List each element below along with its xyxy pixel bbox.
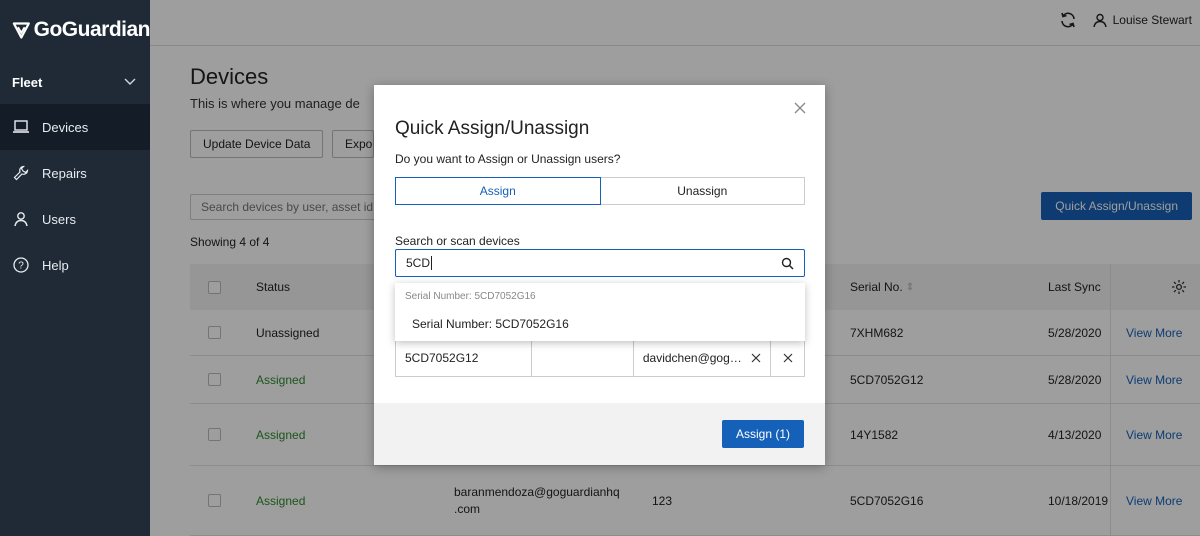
clear-user-icon[interactable]	[751, 353, 761, 363]
selected-user-chip[interactable]: davidchen@gog…	[634, 340, 772, 376]
laptop-icon	[12, 118, 30, 136]
unassign-tab[interactable]: Unassign	[600, 177, 805, 205]
search-icon[interactable]	[781, 257, 794, 270]
assign-submit-button[interactable]: Assign (1)	[721, 420, 804, 448]
brand-logo[interactable]: GoGuardian	[0, 0, 151, 60]
device-search-field[interactable]: 5CD	[395, 249, 805, 277]
dialog-footer: Assign (1)	[374, 403, 825, 465]
brand-name: GoGuardian	[33, 18, 151, 41]
sidebar-item-label: Repairs	[42, 165, 87, 181]
close-icon[interactable]	[793, 101, 807, 115]
chevron-down-icon	[124, 78, 136, 85]
text-caret	[431, 256, 433, 270]
search-label: Search or scan devices	[395, 234, 520, 248]
dialog-question: Do you want to Assign or Unassign users?	[395, 152, 621, 166]
sidebar-item-help[interactable]: ? Help	[0, 242, 150, 288]
selected-user: davidchen@gog…	[642, 351, 742, 365]
svg-text:?: ?	[18, 261, 24, 272]
sidebar-item-repairs[interactable]: Repairs	[0, 150, 150, 196]
suggestion-item[interactable]: Serial Number: 5CD7052G16	[412, 317, 569, 331]
user-icon	[12, 210, 30, 228]
selected-device-row: 5CD7052G12 davidchen@gog…	[395, 339, 805, 377]
search-suggestions: Serial Number: 5CD7052G16 Serial Number:…	[395, 283, 805, 341]
wrench-icon	[12, 164, 30, 182]
sidebar-item-devices[interactable]: Devices	[0, 104, 150, 150]
quick-assign-dialog: Quick Assign/Unassign Do you want to Ass…	[374, 85, 825, 465]
sidebar-item-users[interactable]: Users	[0, 196, 150, 242]
fleet-label: Fleet	[12, 74, 43, 90]
sidebar: GoGuardian Fleet Devices Repairs Users ?…	[0, 0, 151, 536]
sidebar-item-label: Devices	[42, 119, 89, 135]
suggestion-hint: Serial Number: 5CD7052G16	[405, 291, 536, 302]
assign-tab[interactable]: Assign	[395, 177, 601, 205]
remove-row-icon[interactable]	[771, 340, 804, 376]
shield-logo-icon	[12, 22, 30, 39]
search-value: 5CD	[406, 256, 431, 270]
selected-serial: 5CD7052G12	[396, 340, 533, 376]
assign-mode-toggle: Assign Unassign	[395, 177, 805, 205]
sidebar-item-label: Help	[42, 257, 69, 273]
sidebar-item-label: Users	[42, 211, 76, 227]
dialog-title: Quick Assign/Unassign	[395, 118, 590, 139]
fleet-selector[interactable]: Fleet	[0, 60, 150, 104]
selected-asset[interactable]	[532, 340, 634, 376]
help-icon: ?	[12, 256, 30, 274]
